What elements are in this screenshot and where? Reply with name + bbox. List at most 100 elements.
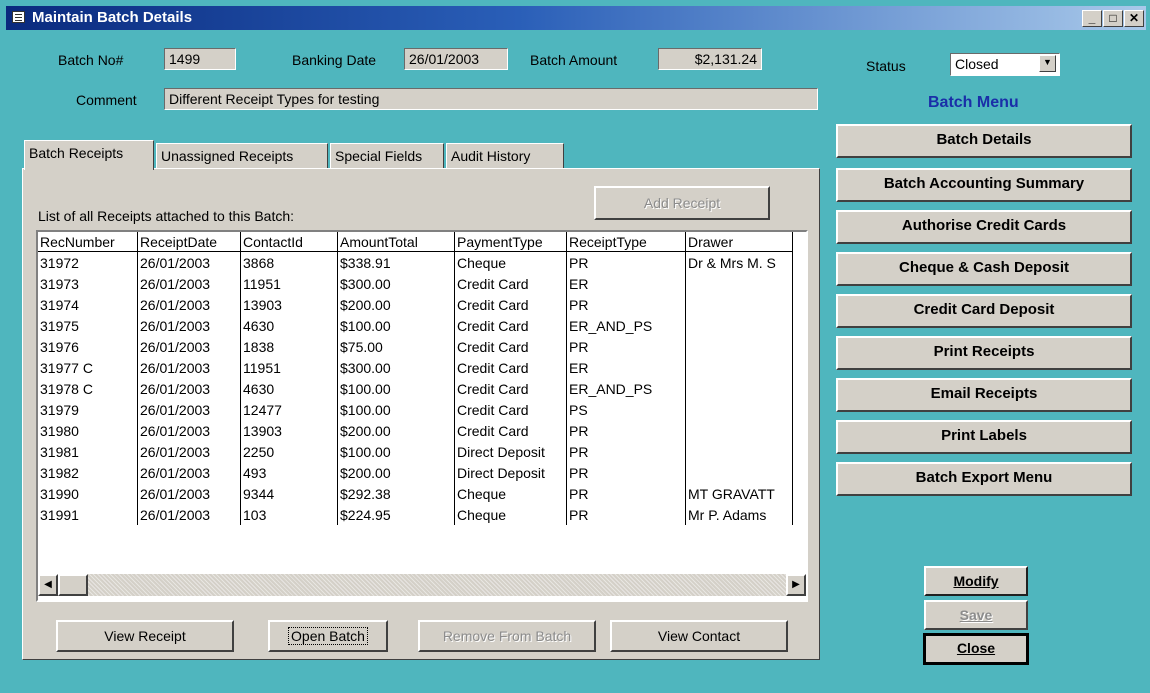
table-cell-contactid: 12477 [240,399,338,420]
table-cell-receipttype: ER [566,273,686,294]
table-cell-paymenttype: Direct Deposit [454,462,567,483]
menu-batch-export-menu-button[interactable]: Batch Export Menu [836,462,1132,496]
close-window-button[interactable]: ✕ [1124,10,1144,27]
column-header-paymenttype[interactable]: PaymentType [454,232,567,252]
scroll-right-icon[interactable]: ▶ [786,574,806,596]
tab-special-fields[interactable]: Special Fields [330,143,444,169]
table-row[interactable]: 31980 26/01/2003 13903 $200.00 Credit Card PR [38,420,793,441]
view-contact-button[interactable]: View Contact [610,620,788,652]
tab-audit-history[interactable]: Audit History [446,143,564,169]
chevron-down-icon[interactable]: ▼ [1039,55,1056,72]
horizontal-scrollbar[interactable]: ◀ ▶ [38,574,806,596]
column-header-amounttotal[interactable]: AmountTotal [337,232,455,252]
table-cell-paymenttype: Credit Card [454,378,567,399]
table-cell-paymenttype: Credit Card [454,357,567,378]
column-header-receipttype[interactable]: ReceiptType [566,232,686,252]
batch-no-field[interactable]: 1499 [164,48,236,70]
column-header-receiptdate[interactable]: ReceiptDate [137,232,241,252]
receipts-list[interactable]: RecNumber ReceiptDate ContactId AmountTo… [36,230,808,602]
table-cell-amounttotal: $300.00 [337,357,455,378]
batch-amount-field[interactable]: $2,131.24 [658,48,762,70]
tab-unassigned-receipts[interactable]: Unassigned Receipts [156,143,328,169]
scroll-thumb[interactable] [58,574,88,596]
table-cell-drawer [685,294,793,315]
table-row[interactable]: 31974 26/01/2003 13903 $200.00 Credit Card PR [38,294,793,315]
table-row[interactable]: 31982 26/01/2003 493 $200.00 Direct Deposit P… [38,462,793,483]
table-row[interactable]: 31973 26/01/2003 11951 $300.00 Credit Card ER [38,273,793,294]
table-row[interactable]: 31972 26/01/2003 3868 $338.91 Cheque PR Dr & M… [38,251,793,273]
table-cell-receipttype: PR [566,336,686,357]
table-cell-recnumber: 31972 [38,251,138,273]
table-cell-receiptdate: 26/01/2003 [137,357,241,378]
table-cell-drawer [685,378,793,399]
modify-button[interactable]: Modify [924,566,1028,596]
table-row[interactable]: 31990 26/01/2003 9344 $292.38 Cheque PR MT GRA… [38,483,793,504]
table-cell-receipttype: PR [566,441,686,462]
menu-email-receipts-button[interactable]: Email Receipts [836,378,1132,412]
open-batch-button[interactable]: Open Batch [268,620,388,652]
receipts-list-caption: List of all Receipts attached to this Ba… [38,208,295,224]
table-cell-paymenttype: Credit Card [454,294,567,315]
table-cell-receipttype: PR [566,420,686,441]
table-cell-receiptdate: 26/01/2003 [137,336,241,357]
table-cell-receipttype: PS [566,399,686,420]
table-cell-contactid: 13903 [240,294,338,315]
table-cell-receiptdate: 26/01/2003 [137,441,241,462]
column-header-recnumber[interactable]: RecNumber [38,232,138,252]
add-receipt-button[interactable]: Add Receipt [594,186,770,220]
menu-print-labels-button[interactable]: Print Labels [836,420,1132,454]
table-cell-receipttype: PR [566,462,686,483]
table-row[interactable]: 31981 26/01/2003 2250 $100.00 Direct Deposit… [38,441,793,462]
table-cell-recnumber: 31973 [38,273,138,294]
table-cell-drawer [685,420,793,441]
table-cell-paymenttype: Credit Card [454,273,567,294]
banking-date-label: Banking Date [292,52,377,68]
menu-print-receipts-button[interactable]: Print Receipts [836,336,1132,370]
table-row[interactable]: 31978 C 26/01/2003 4630 $100.00 Credit Card E… [38,378,793,399]
table-row[interactable]: 31977 C 26/01/2003 11951 $300.00 Credit Card… [38,357,793,378]
table-cell-recnumber: 31991 [38,504,138,525]
table-cell-receipttype: ER [566,357,686,378]
table-row[interactable]: 31976 26/01/2003 1838 $75.00 Credit Card PR [38,336,793,357]
table-cell-amounttotal: $224.95 [337,504,455,525]
table-cell-recnumber: 31978 C [38,378,138,399]
minimize-icon: _ [1088,11,1096,25]
menu-batch-details-button[interactable]: Batch Details [836,124,1132,158]
menu-cheque-cash-deposit-button[interactable]: Cheque & Cash Deposit [836,252,1132,286]
table-cell-amounttotal: $292.38 [337,483,455,504]
tab-batch-receipts[interactable]: Batch Receipts [24,140,154,170]
table-cell-contactid: 103 [240,504,338,525]
menu-batch-accounting-summary-button[interactable]: Batch Accounting Summary [836,168,1132,202]
remove-from-batch-button[interactable]: Remove From Batch [418,620,596,652]
table-cell-paymenttype: Direct Deposit [454,441,567,462]
status-label: Status [866,58,906,74]
table-cell-receiptdate: 26/01/2003 [137,483,241,504]
column-header-drawer[interactable]: Drawer [685,232,793,252]
column-header-contactid[interactable]: ContactId [240,232,338,252]
comment-field[interactable]: Different Receipt Types for testing [164,88,818,110]
close-button[interactable]: Close [923,633,1029,665]
table-cell-recnumber: 31979 [38,399,138,420]
status-select[interactable]: Closed ▼ [950,53,1060,76]
minimize-button[interactable]: _ [1082,10,1102,27]
banking-date-field[interactable]: 26/01/2003 [404,48,508,70]
save-button[interactable]: Save [924,600,1028,630]
table-cell-amounttotal: $200.00 [337,420,455,441]
menu-authorise-credit-cards-button[interactable]: Authorise Credit Cards [836,210,1132,244]
table-row[interactable]: 31975 26/01/2003 4630 $100.00 Credit Card ER_… [38,315,793,336]
maximize-button[interactable]: □ [1103,10,1123,27]
table-cell-receiptdate: 26/01/2003 [137,294,241,315]
title-bar[interactable]: Maintain Batch Details _ □ ✕ [6,6,1146,30]
comment-label: Comment [76,92,137,108]
table-cell-recnumber: 31976 [38,336,138,357]
table-cell-recnumber: 31982 [38,462,138,483]
add-receipt-label: Add Receipt [643,195,721,211]
table-row[interactable]: 31991 26/01/2003 103 $224.95 Cheque PR Mr P. A… [38,504,793,525]
table-cell-amounttotal: $75.00 [337,336,455,357]
table-cell-receiptdate: 26/01/2003 [137,378,241,399]
scroll-left-icon[interactable]: ◀ [38,574,58,596]
menu-credit-card-deposit-button[interactable]: Credit Card Deposit [836,294,1132,328]
table-cell-drawer [685,462,793,483]
table-row[interactable]: 31979 26/01/2003 12477 $100.00 Credit Card PS [38,399,793,420]
view-receipt-button[interactable]: View Receipt [56,620,234,652]
